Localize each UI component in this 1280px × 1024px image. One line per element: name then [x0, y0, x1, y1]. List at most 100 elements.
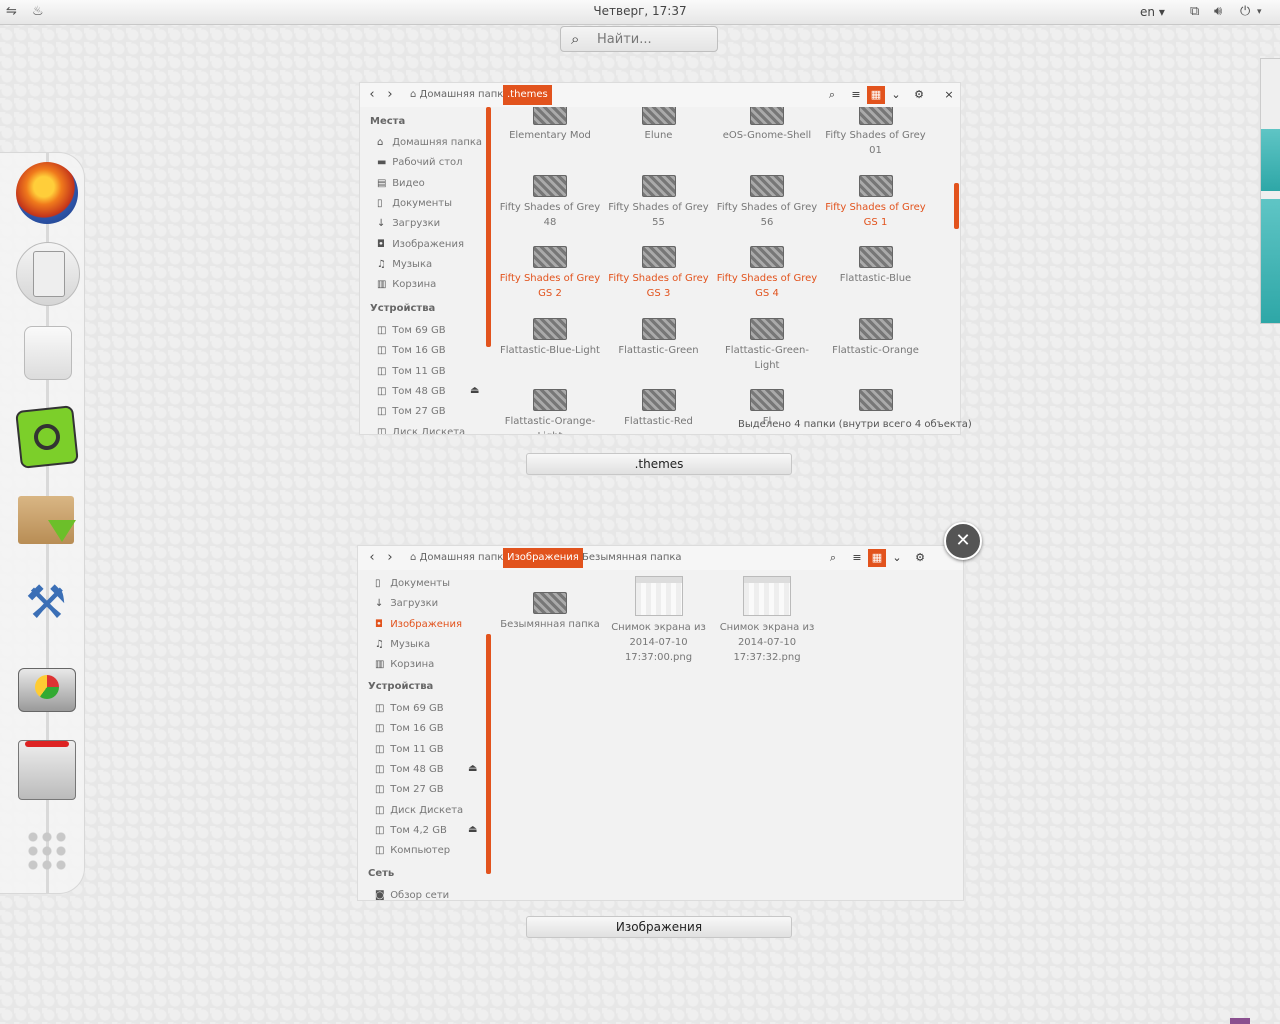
sidebar-item[interactable]: ♫ Музыка: [377, 259, 432, 270]
network-icon[interactable]: ⧉: [1190, 4, 1199, 19]
chevron-down-icon[interactable]: ⌄: [888, 549, 906, 567]
sidebar-item[interactable]: ▬ Рабочий стол: [377, 157, 463, 168]
folder-item[interactable]: Fifty Shades of Grey 01: [822, 107, 930, 158]
close-icon[interactable]: ×: [940, 86, 958, 104]
image-file-item[interactable]: Снимок экрана из 2014-07-10 17:37:00.png: [605, 576, 713, 665]
search-icon[interactable]: ⌕: [824, 549, 842, 567]
folder-item[interactable]: Fifty Shades of Grey GS 1: [822, 174, 930, 230]
sidebar-item[interactable]: ⌂ Домашняя папка: [377, 137, 482, 148]
breadcrumb-home[interactable]: ⌂ Домашняя папка: [406, 548, 513, 568]
sidebar-item[interactable]: ◫ Том 4,2 GB: [375, 825, 447, 836]
keyboard-layout-indicator[interactable]: en ▾: [1140, 5, 1165, 19]
folder-item[interactable]: Flattastic-Green-Light: [713, 317, 821, 373]
forward-button[interactable]: ›: [382, 87, 398, 103]
folder-item[interactable]: Fifty Shades of Grey GS 3: [605, 246, 713, 301]
close-window-button[interactable]: ✕: [944, 522, 982, 560]
show-applications-icon[interactable]: [26, 830, 68, 872]
grid-view-icon[interactable]: ▦: [867, 86, 885, 104]
sidebar-item[interactable]: ▯ Документы: [375, 578, 450, 589]
sidebar-scrollbar[interactable]: [486, 107, 491, 347]
sidebar-item[interactable]: ◫ Том 11 GB: [375, 744, 444, 755]
window-label-themes[interactable]: .themes: [526, 453, 792, 475]
sidebar-item[interactable]: ◫ Том 48 GB: [375, 764, 444, 775]
sidebar-item[interactable]: ▯ Документы: [377, 198, 452, 209]
sidebar-item[interactable]: ↓ Загрузки: [375, 598, 438, 609]
list-view-icon[interactable]: ≡: [848, 549, 866, 567]
eject-icon[interactable]: ⏏: [468, 763, 477, 774]
folder-item[interactable]: Безымянная папка: [496, 592, 604, 632]
folder-item[interactable]: Flattastic-Orange-Light: [496, 389, 604, 434]
sidebar-item[interactable]: ◫ Том 48 GB: [377, 386, 446, 397]
update-installer-icon[interactable]: [18, 740, 76, 800]
sidebar-item[interactable]: ↓ Загрузки: [377, 218, 440, 229]
breadcrumb-pictures[interactable]: Изображения: [503, 548, 583, 568]
sidebar-item[interactable]: ◫ Компьютер: [375, 845, 450, 856]
clock[interactable]: Четверг, 17:37: [0, 4, 1280, 18]
folder-icon: [858, 174, 893, 197]
sidebar-item[interactable]: ◫ Том 27 GB: [375, 784, 444, 795]
eject-icon[interactable]: ⏏: [468, 824, 477, 835]
sidebar-item[interactable]: ◫ Том 69 GB: [377, 325, 446, 336]
folder-item[interactable]: Flattastic-Green: [605, 317, 713, 358]
folder-item[interactable]: Flattastic-Blue: [822, 246, 930, 286]
sidebar-item[interactable]: ◫ Том 16 GB: [375, 723, 444, 734]
folder-item[interactable]: Fifty Shades of Grey 56: [713, 174, 821, 230]
forward-button[interactable]: ›: [382, 550, 398, 566]
breadcrumb-untitled-folder[interactable]: Безымянная папка: [578, 548, 686, 568]
software-center-icon[interactable]: [15, 405, 79, 469]
sidebar-item[interactable]: ▥ Корзина: [377, 279, 436, 290]
settings-tweak-icon[interactable]: [24, 326, 72, 380]
breadcrumb-themes[interactable]: .themes: [503, 85, 552, 105]
sidebar-item[interactable]: ◫ Том 11 GB: [377, 366, 446, 377]
eject-icon[interactable]: ⏏: [470, 385, 479, 396]
sidebar-item[interactable]: ▥ Корзина: [375, 659, 434, 670]
folder-item[interactable]: Flattastic-Red: [605, 389, 713, 429]
chevron-down-icon[interactable]: ⌄: [887, 86, 905, 104]
volume-icon[interactable]: 🔊︎: [1214, 4, 1222, 19]
sidebar-scrollbar[interactable]: [486, 634, 491, 874]
content-scrollbar[interactable]: [954, 183, 959, 229]
folder-item[interactable]: Flattastic-Blue-Light: [496, 317, 604, 358]
sidebar-item[interactable]: ◫ Том 27 GB: [377, 406, 446, 417]
sidebar-item[interactable]: ◫ Том 16 GB: [377, 345, 446, 356]
disk-usage-icon[interactable]: [18, 668, 76, 712]
folder-item[interactable]: Elementary Mod: [496, 107, 604, 143]
firefox-icon[interactable]: [16, 162, 78, 224]
folder-icon: [858, 389, 893, 411]
folder-item[interactable]: Fifty Shades of Grey 55: [605, 174, 713, 230]
files-icon[interactable]: [16, 242, 80, 306]
folder-item[interactable]: [822, 389, 930, 414]
gear-icon[interactable]: ⚙: [910, 86, 928, 104]
sidebar-item-network[interactable]: ◙ Обзор сети: [375, 890, 449, 900]
search-input[interactable]: ⌕ Найти...: [560, 26, 718, 52]
workspace-thumbnail[interactable]: [1260, 58, 1280, 324]
sidebar-item[interactable]: ◘ Изображения: [375, 619, 462, 630]
folder-item[interactable]: Fifty Shades of Grey 48: [496, 174, 604, 230]
workspace-indicator[interactable]: [1230, 1018, 1250, 1024]
file-grid: Elementary Mod Elune eOS-Gnome-Shell Fifty …: [496, 107, 942, 434]
image-file-item[interactable]: Снимок экрана из 2014-07-10 17:37:32.png: [713, 576, 821, 665]
folder-item[interactable]: Fifty Shades of Grey GS 2: [496, 246, 604, 301]
grid-view-icon[interactable]: ▦: [868, 549, 886, 567]
chevron-down-icon[interactable]: ▾: [1257, 7, 1262, 17]
gear-icon[interactable]: ⚙: [911, 549, 929, 567]
sidebar-item[interactable]: ♫ Музыка: [375, 639, 430, 650]
back-button[interactable]: ‹: [364, 87, 380, 103]
package-installer-icon[interactable]: [18, 496, 76, 544]
sidebar-item[interactable]: ▤ Видео: [377, 178, 425, 189]
back-button[interactable]: ‹: [364, 550, 380, 566]
sidebar-item[interactable]: ◫ Том 69 GB: [375, 703, 444, 714]
folder-item[interactable]: Elune: [605, 107, 713, 143]
folder-item[interactable]: eOS-Gnome-Shell: [713, 107, 821, 143]
folder-item[interactable]: Fifty Shades of Grey GS 4: [713, 246, 821, 301]
list-view-icon[interactable]: ≡: [847, 86, 865, 104]
window-label-pictures[interactable]: Изображения: [526, 916, 792, 938]
sidebar-item[interactable]: ◫ Диск Дискета: [377, 427, 465, 435]
sidebar-item[interactable]: ◫ Диск Дискета: [375, 805, 463, 816]
sidebar-item[interactable]: ◘ Изображения: [377, 239, 464, 250]
tools-icon[interactable]: ⚒: [18, 574, 74, 630]
breadcrumb-home[interactable]: ⌂ Домашняя папка: [406, 85, 513, 105]
search-icon[interactable]: ⌕: [823, 86, 841, 104]
folder-item[interactable]: Flattastic-Orange: [822, 317, 930, 358]
power-icon[interactable]: ⏻: [1240, 4, 1250, 19]
